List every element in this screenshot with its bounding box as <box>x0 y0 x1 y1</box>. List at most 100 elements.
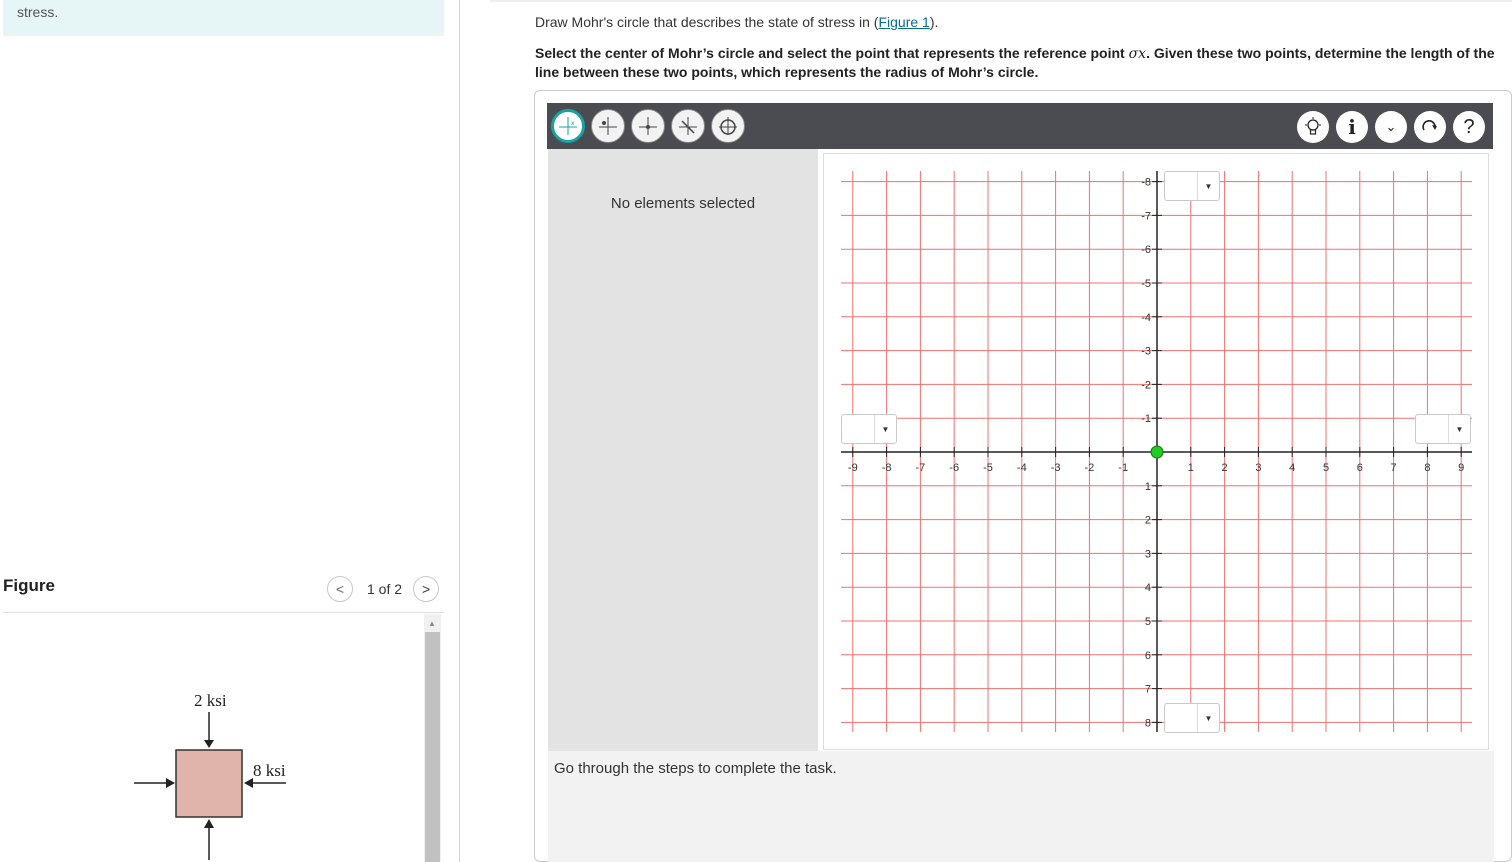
graph-canvas-container[interactable]: -9 -8 -7 -6 -5 -4 -3 -2 -1 1 2 3 4 5 6 7 8 9 -8 -7 -6 -5 -4 -3 -… <box>823 153 1489 750</box>
svg-text:x: x <box>571 120 575 127</box>
x-tick-label: -2 <box>1085 462 1095 474</box>
right-arrowhead <box>244 778 253 788</box>
point-tool-icon <box>599 117 617 135</box>
top-divider <box>490 0 1512 2</box>
help-button[interactable]: ? <box>1453 111 1485 143</box>
lightbulb-icon <box>1305 117 1321 135</box>
point-tool-button[interactable] <box>591 109 625 143</box>
redo-button[interactable] <box>1414 111 1446 143</box>
y-tick-label: -6 <box>1141 244 1151 256</box>
top-stress-label: 2 ksi <box>194 691 227 710</box>
y-tick-label: 1 <box>1145 481 1151 493</box>
x-tick-label: -8 <box>882 462 892 474</box>
x-tick-label: -4 <box>1017 462 1027 474</box>
y-tick-label: -8 <box>1141 177 1151 189</box>
sigma-x-symbol: σx <box>1128 46 1147 62</box>
figure-link[interactable]: Figure 1 <box>878 14 929 30</box>
info-icon: i <box>1348 115 1356 139</box>
next-figure-button[interactable]: > <box>413 576 440 602</box>
y-axis-bottom-dropdown[interactable]: ▼ <box>1164 703 1220 733</box>
intro-box: stress. <box>3 0 444 36</box>
x-tick-label: 1 <box>1188 462 1194 474</box>
x-tick-label: 7 <box>1391 462 1397 474</box>
x-tick-label: -7 <box>916 462 926 474</box>
hint-button[interactable] <box>1297 111 1329 143</box>
y-tick-label: 4 <box>1145 582 1151 594</box>
y-tick-label: 8 <box>1145 717 1151 729</box>
circle-tool-icon <box>719 117 737 135</box>
y-axis-top-dropdown[interactable]: ▼ <box>1164 171 1220 201</box>
circle-tool-button[interactable] <box>711 109 745 143</box>
help-icon: ? <box>1463 115 1475 138</box>
x-tick-label: 4 <box>1289 462 1295 474</box>
center-tool-icon <box>639 117 657 135</box>
x-tick-label: 6 <box>1357 462 1363 474</box>
dropdown-arrow-icon: ▼ <box>1197 704 1219 732</box>
x-tick-label: -5 <box>983 462 993 474</box>
top-arrowhead <box>204 740 214 748</box>
x-tick-label: 5 <box>1323 462 1329 474</box>
line-tool-icon <box>679 117 697 135</box>
x-tick-label: -6 <box>949 462 959 474</box>
no-elements-message: No elements selected <box>610 195 756 212</box>
instruction-pre: Draw Mohr's circle that describes the st… <box>535 14 879 30</box>
chevron-down-icon: ⌄ <box>1385 119 1397 134</box>
figure-title: Figure <box>3 576 55 595</box>
left-panel: stress. Figure < 1 of 2 > ▲ 2 ksi 8 ksi <box>0 0 460 862</box>
instruction-text: Draw Mohr's circle that describes the st… <box>535 14 938 30</box>
y-tick-label: -7 <box>1141 210 1151 222</box>
x-tick-label: 8 <box>1424 462 1430 474</box>
expand-button[interactable]: ⌄ <box>1375 111 1407 143</box>
intro-text: stress. <box>17 4 59 20</box>
x-tick-label: -3 <box>1051 462 1061 474</box>
scrollbar-thumb[interactable] <box>425 632 440 862</box>
y-tick-label: -4 <box>1141 312 1151 324</box>
scroll-up-arrow-icon[interactable]: ▲ <box>428 619 436 628</box>
element-properties-panel: No elements selected <box>548 149 818 751</box>
y-tick-label: -2 <box>1141 379 1151 391</box>
left-arrowhead <box>166 778 175 788</box>
instructions-panel: Go through the steps to complete the tas… <box>548 751 1494 862</box>
dropdown-arrow-icon: ▼ <box>1197 172 1219 200</box>
right-stress-label: 8 ksi <box>253 761 286 780</box>
info-button[interactable]: i <box>1336 111 1368 143</box>
x-axis-right-dropdown[interactable]: ▼ <box>1415 414 1471 444</box>
x-tick-label: -9 <box>848 462 858 474</box>
line-tool-button[interactable] <box>671 109 705 143</box>
select-tool-button[interactable]: x <box>551 109 585 143</box>
mohr-graph[interactable]: -9 -8 -7 -6 -5 -4 -3 -2 -1 1 2 3 4 5 6 7 8 9 -8 -7 -6 -5 -4 -3 -… <box>824 154 1488 749</box>
x-tick-label: 9 <box>1458 462 1464 474</box>
origin-point[interactable] <box>1150 445 1164 459</box>
redo-icon <box>1422 120 1437 131</box>
figure-divider <box>3 612 444 613</box>
chevron-right-icon: > <box>421 581 431 597</box>
y-tick-label: 7 <box>1145 684 1151 696</box>
x-tick-label: 2 <box>1222 462 1228 474</box>
y-tick-label: 3 <box>1145 548 1151 560</box>
stress-block <box>175 749 243 818</box>
instruction-post: ). <box>929 14 939 30</box>
dropdown-arrow-icon: ▼ <box>1448 415 1470 443</box>
figure-nav: < 1 of 2 > <box>327 576 440 602</box>
y-tick-label: -5 <box>1141 278 1151 290</box>
y-tick-label: -1 <box>1141 413 1151 425</box>
figure-scrollbar[interactable]: ▲ <box>424 614 441 862</box>
figure-count: 1 of 2 <box>367 581 403 597</box>
x-tick-label: -1 <box>1118 462 1128 474</box>
stress-element-figure: 2 ksi 8 ksi <box>134 691 286 860</box>
bottom-arrowhead <box>204 819 214 828</box>
x-tick-label: 3 <box>1255 462 1261 474</box>
select-tool-icon: x <box>559 117 577 135</box>
y-tick-label: 2 <box>1145 515 1151 527</box>
y-tick-label: 6 <box>1145 650 1151 662</box>
chevron-left-icon: < <box>335 581 345 597</box>
task-text: Select the center of Mohr’s circle and s… <box>535 44 1500 81</box>
dropdown-arrow-icon: ▼ <box>874 415 896 443</box>
x-axis-left-dropdown[interactable]: ▼ <box>841 414 897 444</box>
y-tick-label: 5 <box>1145 616 1151 628</box>
graph-toolbar: x i ⌄ ? <box>547 103 1493 149</box>
previous-figure-button[interactable]: < <box>327 576 353 602</box>
center-tool-button[interactable] <box>631 109 665 143</box>
y-tick-label: -3 <box>1141 346 1151 358</box>
task-pre: Select the center of Mohr’s circle and s… <box>535 45 1129 61</box>
